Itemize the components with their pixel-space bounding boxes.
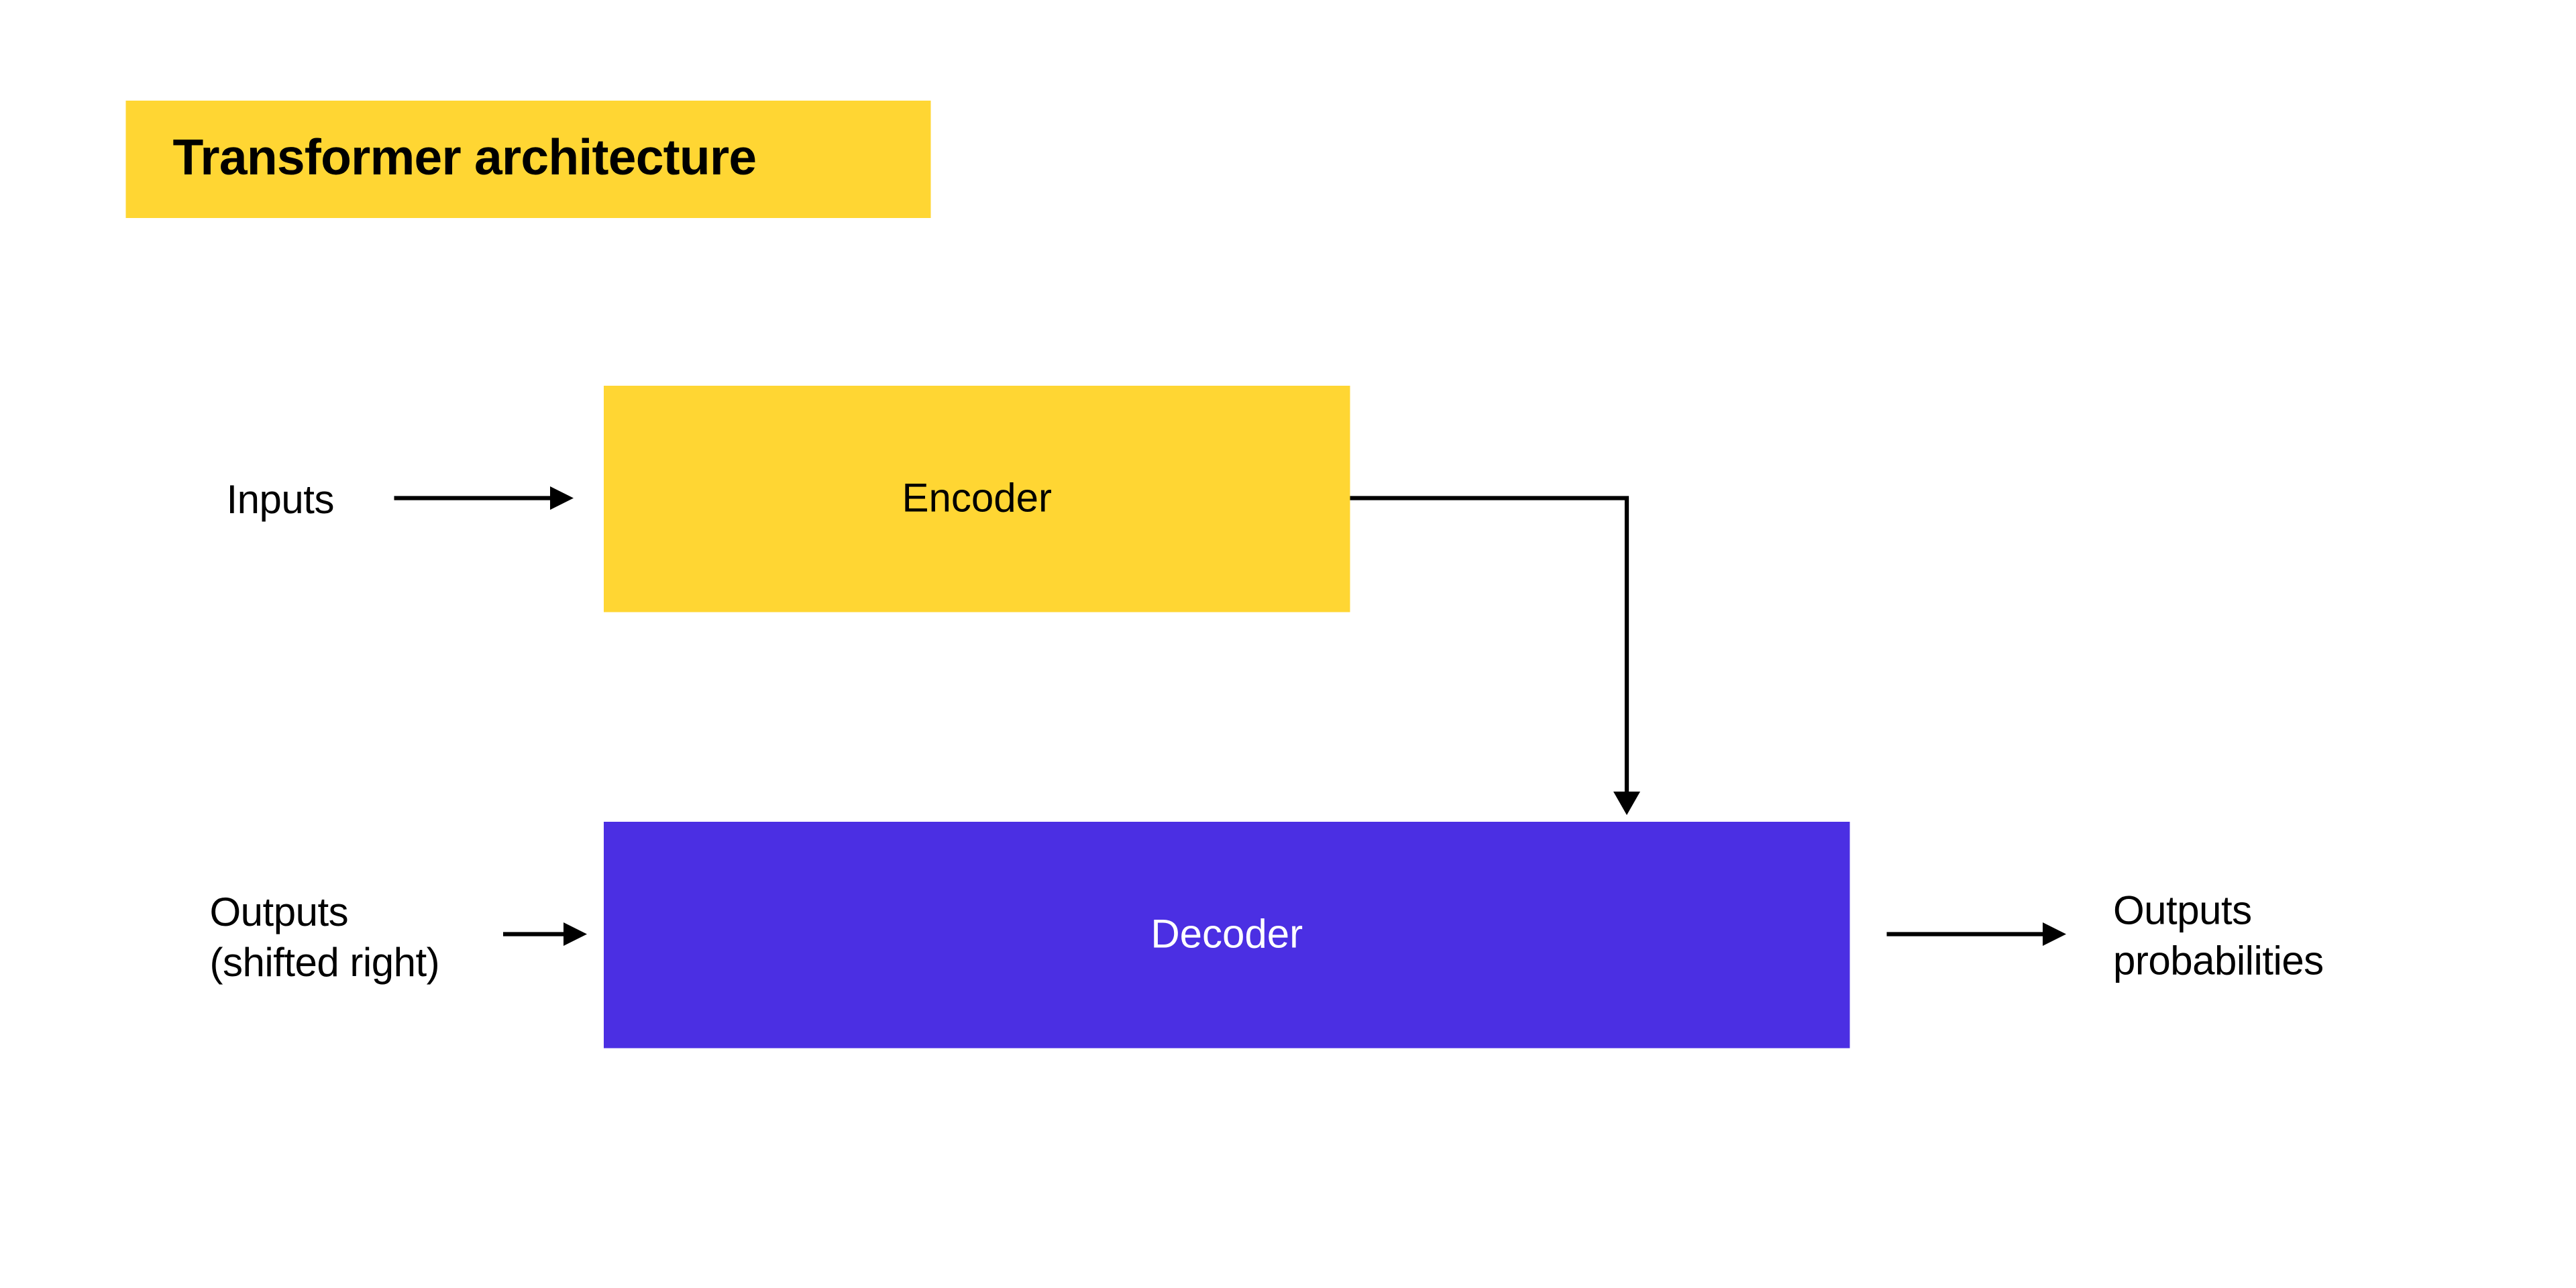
- arrow-encoder-to-decoder: [1350, 498, 1641, 816]
- outputs-prob-line2: probabilities: [2113, 939, 2324, 985]
- arrow-decoder-to-outputs-prob: [1887, 922, 2067, 946]
- arrow-inputs-to-encoder: [394, 486, 574, 510]
- outputs-prob-label: Outputs probabilities: [2113, 888, 2324, 988]
- outputs-shifted-line2: (shifted right): [210, 941, 440, 987]
- arrow-outputs-shifted-to-decoder: [503, 922, 587, 946]
- outputs-prob-line1: Outputs: [2113, 889, 2252, 934]
- outputs-shifted-line1: Outputs: [210, 891, 349, 936]
- decoder-block: Decoder: [604, 822, 1850, 1049]
- title-box: Transformer architecture: [126, 101, 931, 218]
- title-text: Transformer architecture: [173, 131, 757, 188]
- inputs-text: Inputs: [227, 478, 334, 524]
- encoder-block: Encoder: [604, 386, 1350, 612]
- inputs-label: Inputs: [227, 476, 334, 527]
- diagram-stage: Transformer architecture Inputs Outputs …: [0, 0, 2576, 1288]
- encoder-label: Encoder: [902, 476, 1051, 523]
- outputs-shifted-label: Outputs (shifted right): [210, 889, 440, 989]
- decoder-label: Decoder: [1150, 912, 1303, 959]
